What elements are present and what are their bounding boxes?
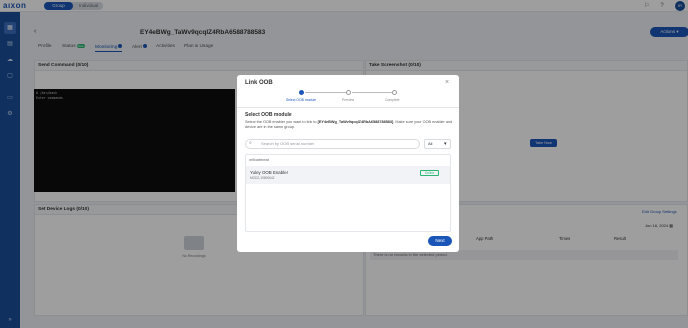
chevron-down-icon: ▾ xyxy=(444,141,447,147)
next-button[interactable]: Next xyxy=(428,236,452,246)
oob-list: mfloatmeat Yuley OOB Enabler MOD2-198006… xyxy=(245,154,451,232)
dialog-description: Select the OOB enabler you want to link … xyxy=(245,120,453,131)
link-oob-dialog: Link OOB × Select OOB module Preview Com… xyxy=(237,75,459,252)
stepper: Select OOB module Preview Complete xyxy=(277,90,437,105)
search-icon: ⌕ xyxy=(249,140,252,146)
desc-text: Select the OOB enabler you want to link … xyxy=(245,120,318,124)
oob-name: Yuley OOB Enabler xyxy=(250,170,289,175)
dialog-divider xyxy=(237,107,459,108)
oob-serial: MOD2-19800642 xyxy=(250,176,275,180)
step-2-dot xyxy=(346,90,351,95)
list-item[interactable]: Yuley OOB Enabler MOD2-19800642 Online xyxy=(246,166,450,184)
step-1-label: Select OOB module xyxy=(286,98,316,102)
dialog-title: Link OOB xyxy=(245,80,273,86)
list-group-header: mfloatmeat xyxy=(249,157,269,162)
close-icon[interactable]: × xyxy=(445,79,449,86)
desc-device: [EY4eBWg_TaWv9qcqIZ4RbA6588788583] xyxy=(317,120,394,124)
oob-search-input[interactable]: Search by OOB serial number xyxy=(245,139,420,149)
step-2-label: Preview xyxy=(342,98,355,102)
step-3-label: Complete xyxy=(385,98,400,102)
step-line xyxy=(305,92,346,93)
section-title: Select OOB module xyxy=(245,112,292,118)
status-badge: Online xyxy=(420,170,439,176)
step-1-dot xyxy=(299,90,304,95)
step-line xyxy=(352,92,392,93)
step-3-dot xyxy=(392,90,397,95)
